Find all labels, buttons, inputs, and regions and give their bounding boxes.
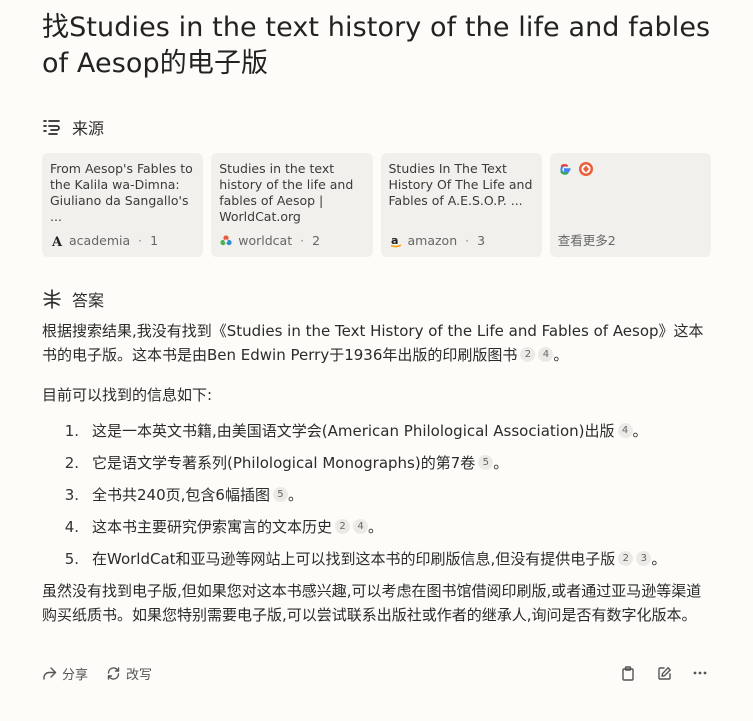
source-card-amazon[interactable]: Studies In The Text History Of The Life … <box>380 153 542 257</box>
svg-text:A: A <box>51 235 63 247</box>
source-site: amazon <box>407 233 458 248</box>
more-source-icons <box>558 161 703 181</box>
more-sources-label: 查看更多2 <box>557 233 616 248</box>
citation-badge[interactable]: 4 <box>617 423 633 438</box>
answer-intro: 根据搜索结果,我没有找到《Studies in the Text History… <box>42 322 704 364</box>
svg-text:a: a <box>391 234 398 247</box>
source-title: Studies In The Text History Of The Life … <box>388 161 533 208</box>
answer-actions: 分享 改写 <box>42 662 711 684</box>
source-index: 2 <box>312 233 321 248</box>
clipboard-icon <box>622 665 634 681</box>
source-index: 3 <box>477 233 486 248</box>
answer-header: 答案 <box>42 287 711 311</box>
answer-title: 答案 <box>72 291 105 310</box>
answer-page: 找Studies in the text history of the life… <box>0 0 753 721</box>
source-site: worldcat <box>238 233 293 248</box>
more-options-button[interactable] <box>689 662 711 684</box>
answer-icon <box>42 289 62 309</box>
info-heading: 目前可以找到的信息如下: <box>42 386 213 404</box>
share-button[interactable]: 分享 <box>42 664 88 683</box>
source-meta: worldcat · 2 <box>219 233 320 248</box>
source-card-worldcat[interactable]: Studies in the text history of the life … <box>211 153 373 257</box>
citation-badge[interactable]: 4 <box>353 519 369 534</box>
sources-title: 来源 <box>72 119 105 138</box>
list-item: 3. 全书共240页,包含6幅插图 5。 <box>64 486 303 504</box>
edit-icon <box>657 666 671 680</box>
amazon-icon: a <box>389 234 403 248</box>
answer-closing: 虽然没有找到电子版,但如果您对这本书感兴趣,可以考虑在图书馆借阅印刷版,或者通过… <box>42 582 702 624</box>
worldcat-icon <box>219 234 233 248</box>
source-title: Studies in the text history of the life … <box>219 161 354 224</box>
source-meta: A academia · 1 <box>50 233 159 248</box>
page-title: 找Studies in the text history of the life… <box>42 12 711 79</box>
edit-button[interactable] <box>653 662 675 684</box>
shield-icon <box>578 161 594 181</box>
source-title: From Aesop's Fables to the Kalila wa-Dim… <box>50 161 193 224</box>
source-card-academia[interactable]: From Aesop's Fables to the Kalila wa-Dim… <box>42 153 204 257</box>
source-meta: a amazon · 3 <box>389 233 486 248</box>
info-list: 1. 这是一本英文书籍,由美国语文学会(American Philologica… <box>42 415 711 575</box>
citation-badge[interactable]: 4 <box>538 347 554 362</box>
citation-badge[interactable]: 5 <box>478 455 494 470</box>
rewrite-icon <box>107 666 120 680</box>
academia-icon: A <box>50 234 64 248</box>
list-item: 2. 它是语文学专著系列(Philological Monographs)的第7… <box>64 454 509 472</box>
share-icon <box>43 666 57 680</box>
sources-header: 来源 <box>42 115 711 139</box>
citation-badge[interactable]: 2 <box>618 551 634 566</box>
sources-list: From Aesop's Fables to the Kalila wa-Dim… <box>42 153 711 257</box>
list-item: 5. 在WorldCat和亚马逊等网站上可以找到这本书的印刷版信息,但没有提供电… <box>64 550 667 568</box>
more-sources-card[interactable]: 查看更多2 <box>549 153 711 257</box>
source-index: 1 <box>150 233 159 248</box>
rewrite-button[interactable]: 改写 <box>106 664 152 683</box>
citation-badge[interactable]: 2 <box>520 347 536 362</box>
source-site: academia <box>69 233 131 248</box>
sources-icon <box>42 117 62 137</box>
more-icon <box>693 671 707 675</box>
google-icon <box>558 161 572 181</box>
copy-button[interactable] <box>617 662 639 684</box>
list-item: 4. 这本书主要研究伊索寓言的文本历史 2 4。 <box>64 518 384 536</box>
citation-badge[interactable]: 2 <box>335 519 351 534</box>
list-item: 1. 这是一本英文书籍,由美国语文学会(American Philologica… <box>64 422 648 440</box>
citation-badge[interactable]: 3 <box>636 551 652 566</box>
citation-badge[interactable]: 5 <box>272 487 288 502</box>
